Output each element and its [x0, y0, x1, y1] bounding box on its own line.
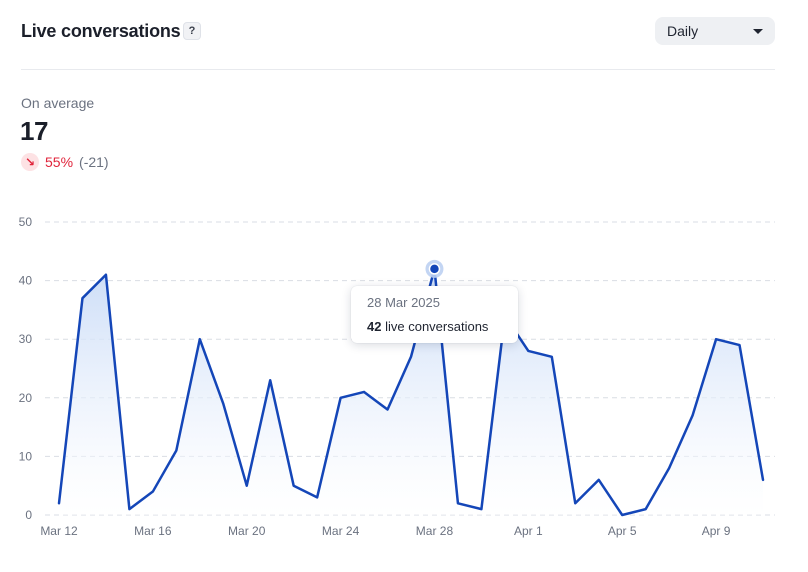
data-point [621, 514, 623, 516]
data-point [152, 490, 154, 492]
data-point [128, 508, 130, 510]
data-point [574, 502, 576, 504]
tooltip-value: 42 live conversations [367, 319, 502, 334]
x-tick-label: Mar 28 [416, 524, 454, 538]
data-point [269, 379, 271, 381]
tooltip-unit: live conversations [385, 319, 489, 334]
data-point [691, 414, 693, 416]
y-tick-label: 30 [19, 332, 33, 346]
y-tick-label: 20 [19, 391, 33, 405]
x-tick-label: Mar 12 [40, 524, 78, 538]
data-point [339, 397, 341, 399]
data-point [738, 344, 740, 346]
data-point [386, 408, 388, 410]
y-tick-label: 40 [19, 274, 33, 288]
tooltip-number: 42 [367, 319, 382, 334]
data-point [58, 502, 60, 504]
data-point [363, 391, 365, 393]
data-point [81, 297, 83, 299]
data-point [105, 274, 107, 276]
y-tick-label: 0 [25, 508, 32, 522]
data-point [222, 402, 224, 404]
data-point [457, 502, 459, 504]
data-point [551, 356, 553, 358]
data-point [668, 467, 670, 469]
hover-marker [425, 259, 444, 278]
chart-tooltip: 28 Mar 2025 42 live conversations [351, 286, 518, 343]
data-point [316, 496, 318, 498]
data-point [480, 508, 482, 510]
data-point [246, 485, 248, 487]
y-tick-label: 50 [19, 215, 33, 229]
x-tick-label: Mar 20 [228, 524, 266, 538]
data-point [715, 338, 717, 340]
data-point [410, 356, 412, 358]
data-point [527, 350, 529, 352]
data-point [199, 338, 201, 340]
data-point [644, 508, 646, 510]
x-tick-label: Apr 9 [702, 524, 731, 538]
data-point [175, 449, 177, 451]
y-axis: 0 10 20 30 40 50 [19, 215, 33, 522]
x-tick-label: Apr 5 [608, 524, 637, 538]
tooltip-date: 28 Mar 2025 [367, 295, 440, 310]
x-tick-label: Mar 24 [322, 524, 360, 538]
data-point [598, 479, 600, 481]
x-tick-label: Apr 1 [514, 524, 543, 538]
x-tick-label: Mar 16 [134, 524, 172, 538]
x-axis: Mar 12 Mar 16 Mar 20 Mar 24 Mar 28 Apr 1 Apr 5… [40, 524, 730, 538]
data-point [762, 479, 764, 481]
y-tick-label: 10 [19, 449, 33, 463]
data-point [292, 485, 294, 487]
highlight-point [428, 263, 441, 275]
